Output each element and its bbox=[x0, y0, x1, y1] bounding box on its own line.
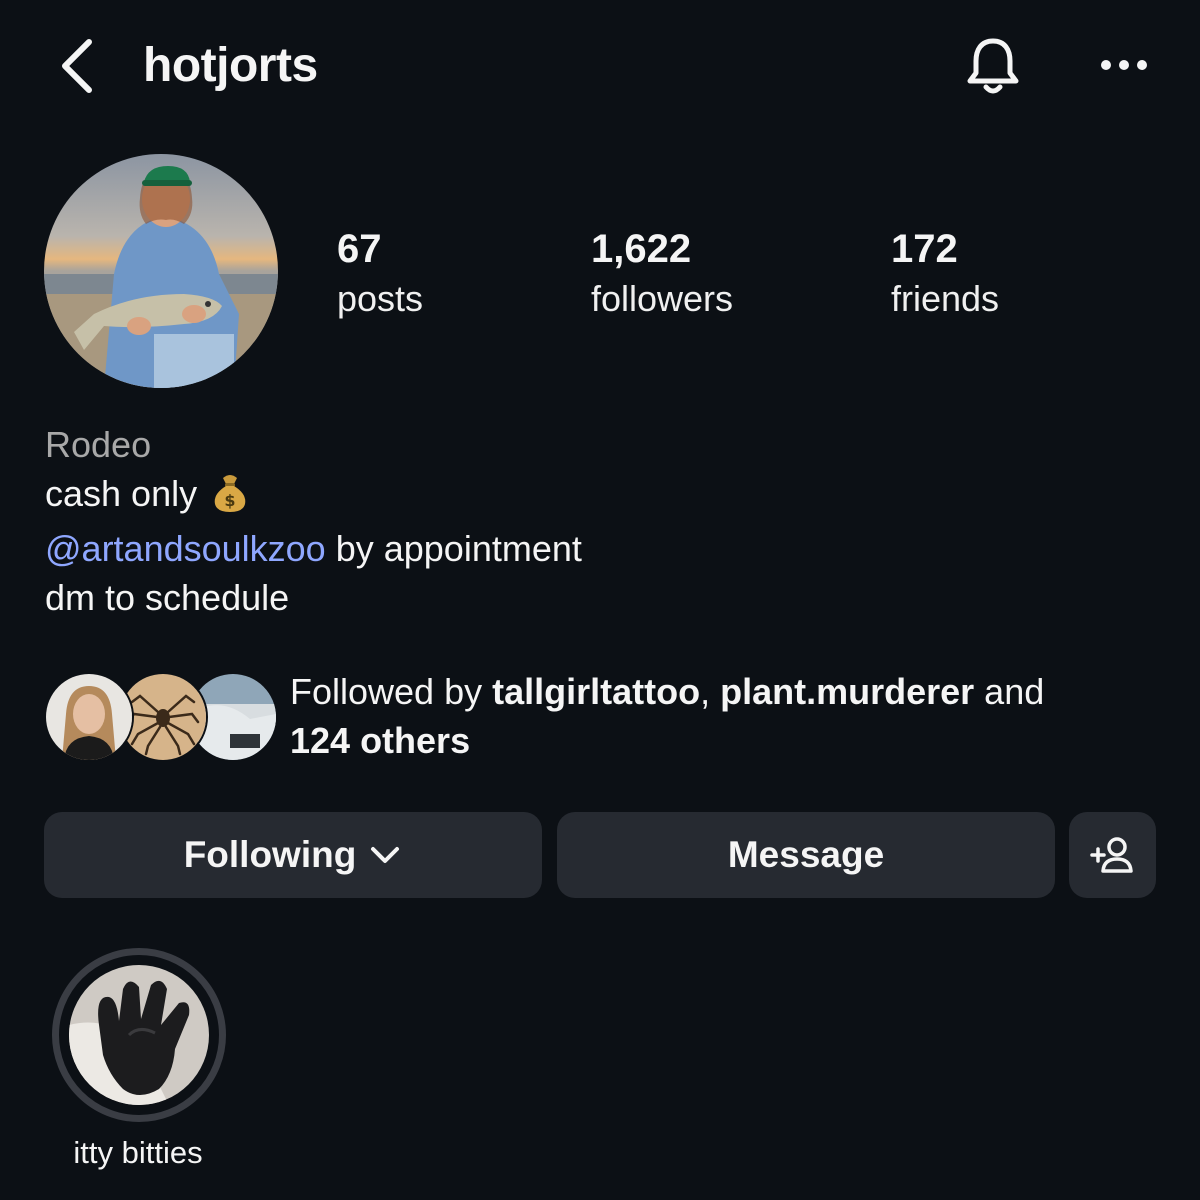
message-label: Message bbox=[727, 834, 885, 875]
message-button[interactable]: Message bbox=[557, 812, 1055, 898]
following-label: Following bbox=[183, 834, 357, 875]
posts-label: posts bbox=[337, 278, 424, 319]
more-options-button[interactable] bbox=[1092, 40, 1156, 90]
profile-avatar[interactable] bbox=[44, 154, 278, 388]
followers-label: followers bbox=[591, 278, 734, 319]
friends-label: friends bbox=[891, 278, 1000, 319]
highlight-label: itty bitties bbox=[73, 1135, 203, 1170]
mutual-followers-avatars[interactable] bbox=[44, 672, 278, 762]
following-button[interactable]: Following bbox=[44, 812, 542, 898]
add-user-button[interactable] bbox=[1069, 812, 1156, 898]
bio-category: Rodeo bbox=[45, 424, 152, 465]
profile-page: hotjorts 67 posts 1,622 followers 172 fr… bbox=[0, 0, 1200, 1200]
followers-count[interactable]: 1,622 followers bbox=[591, 222, 733, 322]
mutual-user-2: plant.murderer bbox=[720, 671, 975, 712]
followed-by-conjunction: and bbox=[974, 671, 1045, 712]
bio-line-2: @artandsoulkzoo by appointment bbox=[45, 524, 582, 573]
mutual-user-1: tallgirltattoo bbox=[492, 671, 701, 712]
profile-bio: Rodeo cash only $ @artandsoulkzoo by app… bbox=[45, 420, 582, 622]
story-highlight[interactable] bbox=[52, 948, 226, 1122]
money-bag-icon: $ bbox=[211, 472, 249, 524]
followed-by-text[interactable]: Followed by tallgirltattoo, plant.murder… bbox=[290, 667, 1150, 765]
profile-photo bbox=[44, 154, 278, 388]
more-horizontal-icon bbox=[1101, 60, 1147, 70]
bio-line-3: dm to schedule bbox=[45, 577, 290, 618]
bio-line-1-text: cash only bbox=[45, 473, 198, 514]
svg-text:$: $ bbox=[225, 491, 236, 510]
highlight-cover bbox=[69, 965, 209, 1105]
friends-count[interactable]: 172 friends bbox=[891, 222, 999, 322]
chevron-left-icon bbox=[62, 39, 92, 93]
bio-line-2-text: by appointment bbox=[325, 528, 582, 569]
bio-line-1: cash only $ bbox=[45, 469, 582, 524]
bell-icon bbox=[967, 38, 1019, 94]
profile-username: hotjorts bbox=[143, 39, 318, 92]
mutual-others-count: 124 others bbox=[290, 720, 471, 761]
bio-mention-link[interactable]: @artandsoulkzoo bbox=[45, 528, 326, 569]
notifications-button[interactable] bbox=[958, 32, 1028, 102]
followers-value: 1,622 bbox=[591, 227, 692, 271]
posts-count[interactable]: 67 posts bbox=[337, 222, 423, 322]
back-button[interactable] bbox=[52, 34, 102, 98]
followed-by-separator: , bbox=[700, 671, 721, 712]
followed-by-prefix: Followed by bbox=[290, 671, 493, 712]
friends-value: 172 bbox=[891, 227, 958, 271]
posts-value: 67 bbox=[337, 227, 382, 271]
mutual-avatar-1 bbox=[44, 672, 134, 762]
chevron-down-icon bbox=[371, 847, 400, 863]
add-person-icon bbox=[1089, 837, 1133, 873]
